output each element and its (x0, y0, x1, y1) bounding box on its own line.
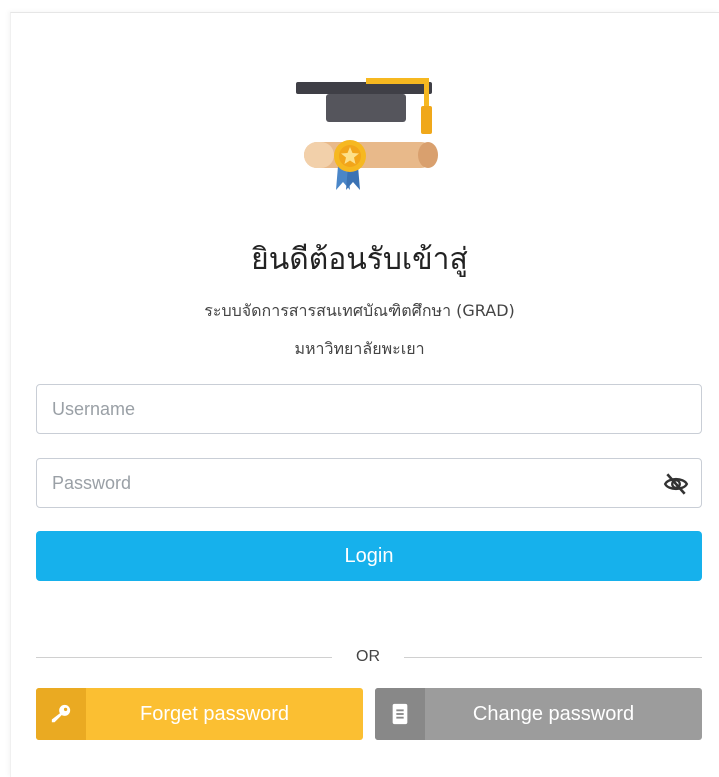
forget-password-button[interactable]: Forget password (36, 688, 363, 740)
change-password-button[interactable]: Change password (375, 688, 702, 740)
system-subtitle: ระบบจัดการสารสนเทศบัณฑิตศึกษา (GRAD) (204, 301, 515, 320)
graduation-logo-icon (296, 78, 438, 190)
institution-name: มหาวิทยาลัยพะเยา (294, 339, 425, 358)
username-input[interactable] (37, 385, 701, 433)
key-icon (51, 704, 71, 723)
login-button[interactable]: Login (36, 531, 702, 581)
or-divider-text: OR (356, 648, 380, 665)
forget-password-label: Forget password (140, 702, 289, 725)
password-input[interactable] (37, 459, 701, 507)
username-field-container (36, 384, 702, 434)
password-field-container (36, 458, 702, 508)
divider-right (404, 657, 702, 658)
divider-left (36, 657, 332, 658)
change-password-label: Change password (472, 702, 635, 725)
eye-slash-icon[interactable] (663, 471, 689, 497)
page-title: ยินดีต้อนรับเข้าสู่ (251, 242, 468, 277)
key-icon-box (36, 688, 86, 740)
document-icon-box (375, 688, 425, 740)
document-icon (392, 703, 408, 725)
